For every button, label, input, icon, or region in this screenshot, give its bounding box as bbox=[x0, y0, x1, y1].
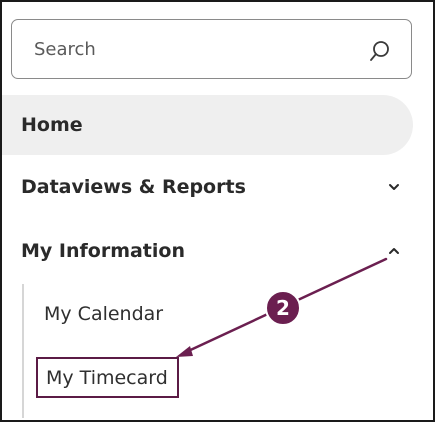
chevron-down-icon[interactable] bbox=[387, 180, 401, 194]
sub-item-label: My Timecard bbox=[46, 366, 168, 389]
nav-item-home[interactable]: Home bbox=[2, 95, 413, 155]
annotation-arrowhead bbox=[176, 346, 193, 357]
navigation-panel: Home Dataviews & Reports My Information … bbox=[0, 0, 435, 422]
nav-item-label: Home bbox=[21, 114, 83, 136]
annotation-step-number: 2 bbox=[276, 296, 290, 320]
sub-item-label: My Calendar bbox=[44, 303, 164, 325]
chevron-up-icon[interactable] bbox=[387, 244, 401, 258]
sub-item-my-calendar[interactable]: My Calendar bbox=[36, 292, 163, 336]
nav-item-label: Dataviews & Reports bbox=[21, 176, 246, 198]
sub-item-my-timecard[interactable]: My Timecard bbox=[36, 357, 179, 398]
submenu-rail bbox=[22, 284, 24, 418]
search-input[interactable] bbox=[34, 32, 334, 66]
nav-item-label: My Information bbox=[21, 240, 185, 262]
search-box[interactable] bbox=[11, 19, 412, 79]
search-icon[interactable] bbox=[369, 40, 391, 62]
nav-item-my-information[interactable]: My Information bbox=[2, 221, 431, 281]
nav-item-dataviews-reports[interactable]: Dataviews & Reports bbox=[2, 157, 431, 217]
